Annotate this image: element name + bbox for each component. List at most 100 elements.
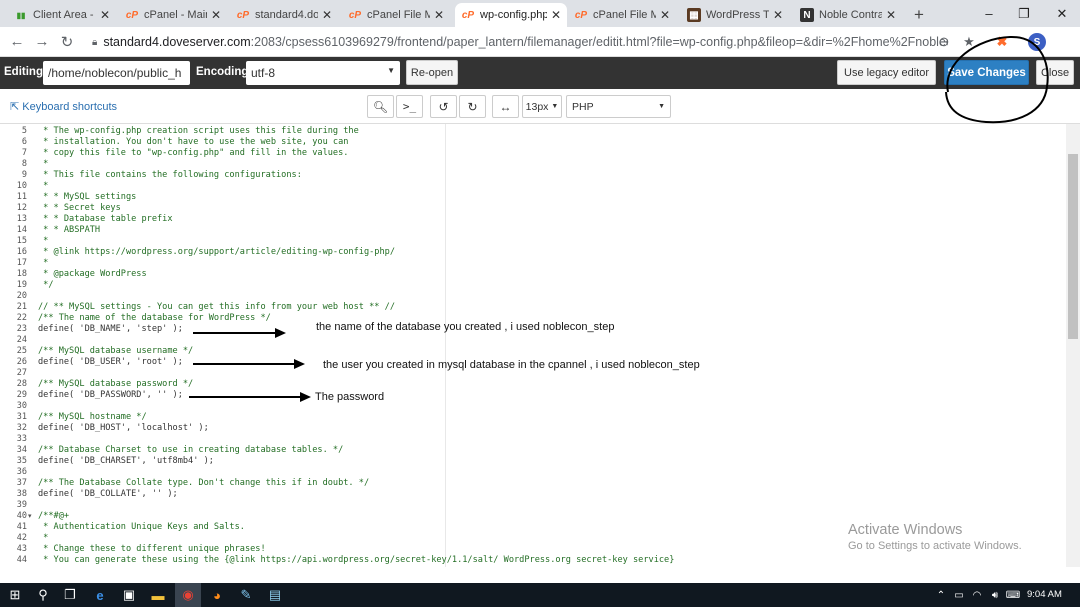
close-tab-icon[interactable]: ✕ (551, 8, 561, 22)
browser-tab[interactable]: cP cPanel File Ma ✕ (342, 3, 450, 27)
store-icon[interactable]: ▣ (116, 583, 142, 607)
url-path: :2083/cpsess6103969279/frontend/paper_la… (250, 35, 948, 49)
keyboard-shortcuts-link[interactable]: ⇱ Keyboard shortcuts (10, 100, 117, 113)
code-line: * * Database table prefix (38, 214, 173, 224)
code-line: * installation. You don't have to use th… (38, 137, 349, 147)
annotation-arrow-head (300, 392, 311, 402)
forward-icon[interactable]: → (32, 33, 52, 50)
lock-icon: 🔒︎ (92, 36, 98, 48)
reopen-button[interactable]: Re-open (406, 60, 458, 85)
line-number: 11 (16, 192, 27, 202)
scrollbar-thumb[interactable] (1068, 154, 1078, 339)
line-number: 23 (16, 324, 27, 334)
use-legacy-editor-button[interactable]: Use legacy editor (837, 60, 936, 85)
search-icon[interactable]: ⚲ (30, 583, 56, 607)
browser-tab[interactable]: ▦ WordPress The ✕ (681, 3, 789, 27)
new-tab-button[interactable]: + (908, 3, 934, 27)
mode-select[interactable]: PHP ▼ (566, 95, 671, 118)
code-line: * (38, 159, 49, 169)
line-number: 36 (16, 467, 27, 477)
code-line: define( 'DB_COLLATE', '' ); (38, 489, 178, 499)
code-editor[interactable]: 5 6 7 8 9 10 11 12 13 14 15 16 17 18 19 20 21 22 23 24 25 26 2… (0, 124, 1080, 567)
firefox-icon[interactable]: ◕ (204, 583, 230, 607)
cpanel-icon: cP (461, 9, 475, 21)
code-line: define( 'DB_USER', 'root' ); (38, 357, 183, 367)
keyboard-icon[interactable]: ⌨ (1000, 583, 1026, 607)
watermark-title: Activate Windows (848, 522, 963, 538)
line-number: 26 (16, 357, 27, 367)
search-button[interactable]: 🔍︎ (367, 95, 394, 118)
goto-line-button[interactable]: >_ (396, 95, 423, 118)
close-tab-icon[interactable]: ✕ (886, 8, 896, 22)
taskbar-clock[interactable]: 9:04 AM (1027, 589, 1062, 600)
code-line: /** MySQL database username */ (38, 346, 194, 356)
paint-icon[interactable]: ✎ (233, 583, 259, 607)
close-tab-icon[interactable]: ✕ (773, 8, 783, 22)
line-number: 28 (16, 379, 27, 389)
db-user-annotation: the user you created in mysql database i… (323, 359, 700, 371)
font-size-select[interactable]: 13px ▼ (522, 95, 562, 118)
fold-toggle-icon[interactable]: ▾ (28, 511, 32, 522)
code-line: * You can generate these using the {@lin… (38, 555, 675, 565)
chevron-down-icon: ▼ (387, 66, 395, 75)
line-number: 27 (16, 368, 27, 378)
notepad-icon[interactable]: ▤ (262, 583, 288, 607)
tab-title: cPanel File Ma (367, 9, 430, 21)
code-line: /** The name of the database for WordPre… (38, 313, 271, 323)
file-explorer-icon[interactable]: ▬ (145, 583, 171, 607)
line-number: 6 (21, 137, 27, 147)
code-line: * * ABSPATH (38, 225, 101, 235)
browser-tab[interactable]: N Noble Contrac ✕ (794, 3, 902, 27)
code-line: * Authentication Unique Keys and Salts. (38, 522, 245, 532)
encoding-value: utf-8 (251, 66, 276, 80)
encoding-label: Encoding: (196, 66, 253, 78)
line-number: 42 (16, 533, 27, 543)
line-number: 22 (16, 313, 27, 323)
browser-tab[interactable]: cP wp-config.php ✕ (455, 3, 567, 27)
vertical-scrollbar[interactable] (1066, 124, 1080, 567)
edge-icon[interactable]: e (87, 583, 113, 607)
line-number: 44 (16, 555, 27, 565)
task-view-icon[interactable]: ❐ (57, 583, 83, 607)
code-line: define( 'DB_NAME', 'step' ); (38, 324, 183, 334)
browser-tab[interactable]: cP standard4.dov ✕ (230, 3, 338, 27)
browser-tab[interactable]: cP cPanel File Ma ✕ (568, 3, 676, 27)
line-number: 12 (16, 203, 27, 213)
window-close-button[interactable]: ✕ (1039, 0, 1080, 27)
line-number: 38 (16, 489, 27, 499)
browser-tab[interactable]: cP cPanel - Main ✕ (119, 3, 227, 27)
print-margin (445, 124, 446, 567)
close-tab-icon[interactable]: ✕ (100, 8, 110, 22)
line-number: 20 (16, 291, 27, 301)
cpanel-icon: cP (574, 9, 588, 21)
back-icon[interactable]: ← (7, 33, 27, 50)
windows-start-icon[interactable]: ⊞ (2, 583, 28, 607)
chrome-icon[interactable]: ◉ (175, 583, 201, 607)
font-size-value: 13px (525, 100, 549, 113)
undo-button[interactable]: ↺ (430, 95, 457, 118)
cpanel-icon: cP (236, 9, 250, 21)
code-line: /** MySQL hostname */ (38, 412, 147, 422)
close-tab-icon[interactable]: ✕ (434, 8, 444, 22)
code-line: /**#@+ (38, 511, 70, 521)
close-tab-icon[interactable]: ✕ (211, 8, 221, 22)
browser-tab[interactable]: ▮▮ Client Area - S ✕ (8, 3, 116, 27)
line-number: 33 (16, 434, 27, 444)
keyboard-shortcuts-label: Keyboard shortcuts (22, 101, 118, 113)
code-line: define( 'DB_HOST', 'localhost' ); (38, 423, 209, 433)
code-line: * * MySQL settings (38, 192, 137, 202)
redo-button[interactable]: ↻ (459, 95, 486, 118)
wrap-toggle-button[interactable]: ↔ (492, 95, 519, 118)
file-path-field[interactable]: /home/noblecon/public_h (43, 61, 190, 85)
code-line: * (38, 181, 49, 191)
line-number: 15 (16, 236, 27, 246)
line-number: 18 (16, 269, 27, 279)
reload-icon[interactable]: ↻ (57, 33, 77, 51)
close-tab-icon[interactable]: ✕ (322, 8, 332, 22)
url-field[interactable]: 🔒︎ standard4.doveserver.com:2083/cpsess6… (88, 30, 948, 54)
close-tab-icon[interactable]: ✕ (660, 8, 670, 22)
code-line: * @link https://wordpress.org/support/ar… (38, 247, 395, 257)
tab-title: Noble Contrac (819, 9, 882, 21)
encoding-select[interactable]: utf-8 ▼ (246, 61, 400, 85)
line-number: 13 (16, 214, 27, 224)
